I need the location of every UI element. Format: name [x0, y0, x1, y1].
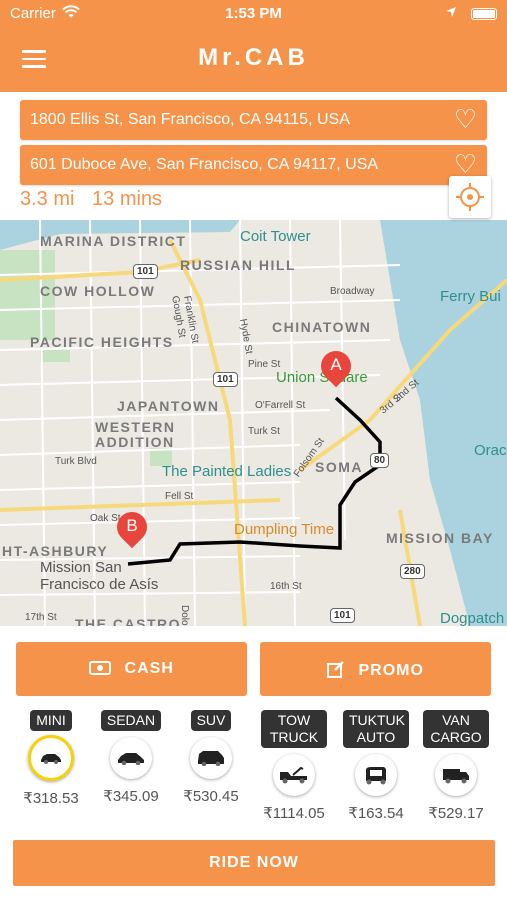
dropoff-address-text: 601 Duboce Ave, San Francisco, CA 94117,…: [30, 156, 379, 173]
vehicle-option-sedan[interactable]: SEDAN ₹345.09: [91, 710, 171, 805]
vehicle-price: ₹345.09: [103, 788, 159, 805]
map-poi-label: Mission San Francisco de Asís: [40, 559, 159, 593]
map-road-label: 17th St: [25, 612, 57, 623]
highway-shield: 80: [370, 453, 390, 468]
map-area-label: RUSSIAN HILL: [180, 257, 296, 273]
trip-distance: 3.3 mi: [20, 188, 75, 210]
cash-label: CASH: [124, 660, 174, 677]
map-road-label: O'Farrell St: [255, 400, 306, 411]
vehicle-label: VAN CARGO: [423, 710, 489, 748]
map-area-label: CHINATOWN: [272, 319, 372, 335]
highway-shield: 280: [400, 564, 425, 579]
map-area-label: MISSION BAY: [386, 530, 494, 546]
promo-label: PROMO: [358, 662, 424, 679]
car-icon: [110, 737, 152, 779]
vehicle-option-mini[interactable]: MINI ₹318.53: [11, 710, 91, 807]
map-poi-label: Dogpatch: [440, 610, 505, 626]
vehicle-label: TUKTUK AUTO: [343, 710, 409, 748]
map-area-label: MARINA DISTRICT: [40, 233, 187, 249]
map-road-label: Fell St: [165, 491, 194, 502]
tow-truck-icon: [273, 754, 315, 796]
vehicle-price: ₹529.17: [428, 805, 484, 822]
location-arrow-icon: [445, 5, 457, 22]
vehicle-price: ₹1114.05: [263, 805, 325, 822]
favorite-pickup-heart-icon[interactable]: ♡: [454, 106, 477, 132]
cash-payment-button[interactable]: CASH: [16, 642, 247, 696]
vehicle-label: TOW TRUCK: [261, 710, 327, 748]
favorite-dropoff-heart-icon[interactable]: ♡: [454, 151, 477, 177]
my-location-button[interactable]: [449, 176, 491, 218]
map-road-label: Pine St: [248, 359, 281, 370]
map-area-label: THE CASTRO: [75, 616, 181, 626]
dropoff-address-field[interactable]: 601 Duboce Ave, San Francisco, CA 94117,…: [20, 145, 487, 185]
vehicle-option-tuktuk-auto[interactable]: TUKTUK AUTO ₹163.54: [336, 710, 416, 822]
app-header: Mr.CAB: [0, 28, 507, 92]
map-area-label: COW HOLLOW: [40, 283, 156, 299]
vehicle-price: ₹318.53: [23, 790, 79, 807]
map-road-label: Oak St: [90, 513, 121, 524]
map-road-label: 16th St: [270, 581, 302, 592]
status-time: 1:53 PM: [225, 5, 282, 22]
map-poi-label: Orac: [474, 442, 507, 459]
cash-icon: [89, 660, 112, 681]
crosshair-icon: [456, 183, 484, 211]
map-area-label: JAPANTOWN: [117, 398, 220, 414]
trip-duration: 13 mins: [92, 188, 163, 210]
route-map[interactable]: MARINA DISTRICT RUSSIAN HILL COW HOLLOW …: [0, 220, 507, 626]
map-area-label: SOMA: [315, 459, 363, 475]
highway-shield: 101: [213, 372, 238, 387]
ride-now-button[interactable]: RIDE NOW: [13, 840, 495, 886]
promo-code-button[interactable]: PROMO: [260, 642, 491, 696]
vehicle-option-suv[interactable]: SUV ₹530.45: [171, 710, 251, 805]
pickup-address-text: 1800 Ellis St, San Francisco, CA 94115, …: [30, 111, 350, 128]
map-road-label: Broadway: [330, 286, 375, 297]
vehicle-price: ₹163.54: [348, 805, 404, 822]
car-icon: [28, 735, 74, 781]
trip-info: 3.3 mi 13 mins: [20, 188, 174, 211]
map-poi-label: Dumpling Time: [234, 521, 335, 538]
map-area-label: WESTERN ADDITION: [95, 419, 176, 450]
map-area-label: PACIFIC HEIGHTS: [30, 334, 174, 350]
battery-icon: [471, 8, 497, 20]
vehicle-label: SUV: [190, 710, 232, 731]
vehicle-label: SEDAN: [100, 710, 162, 731]
map-poi-label: Ferry Bui: [440, 288, 501, 305]
edit-icon: [327, 660, 345, 683]
map-area-label: HT-ASHBURY: [2, 543, 109, 559]
suv-icon: [190, 737, 232, 779]
map-road-label: Dolo: [179, 605, 190, 626]
highway-shield: 101: [330, 608, 355, 623]
vehicle-option-tow-truck[interactable]: TOW TRUCK ₹1114.05: [254, 710, 334, 822]
app-title: Mr.CAB: [198, 44, 309, 71]
vehicle-price: ₹530.45: [183, 788, 239, 805]
status-bar: Carrier 1:53 PM: [0, 0, 507, 28]
highway-shield: 101: [133, 264, 158, 279]
pickup-address-field[interactable]: 1800 Ellis St, San Francisco, CA 94115, …: [20, 100, 487, 140]
map-poi-label: The Painted Ladies: [162, 463, 292, 480]
auto-rickshaw-icon: [355, 754, 397, 796]
van-icon: [435, 754, 477, 796]
map-poi-label: Coit Tower: [240, 228, 311, 245]
map-road-label: Turk Blvd: [55, 456, 97, 467]
vehicle-option-van-cargo[interactable]: VAN CARGO ₹529.17: [416, 710, 496, 822]
vehicle-label: MINI: [30, 710, 72, 731]
map-road-label: Turk St: [248, 426, 280, 437]
